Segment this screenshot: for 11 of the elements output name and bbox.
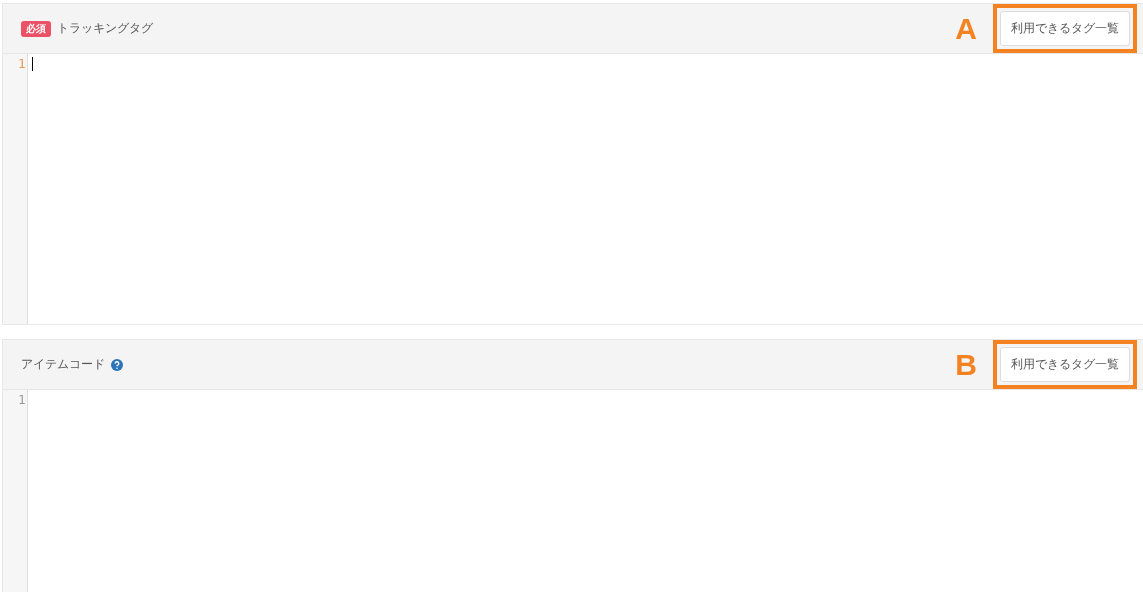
line-number: 1 [17, 56, 26, 72]
required-badge: 必須 [21, 20, 51, 37]
field-label: トラッキングタグ [57, 20, 153, 37]
field-label: アイテムコード [21, 356, 105, 373]
tag-list-button[interactable]: 利用できるタグ一覧 [1000, 347, 1130, 382]
tag-list-button[interactable]: 利用できるタグ一覧 [1000, 11, 1130, 46]
annotation-letter: B [955, 347, 977, 382]
line-number: 1 [17, 392, 26, 408]
annotation-letter: A [955, 11, 977, 46]
text-cursor [32, 57, 33, 71]
help-icon[interactable] [111, 358, 123, 371]
